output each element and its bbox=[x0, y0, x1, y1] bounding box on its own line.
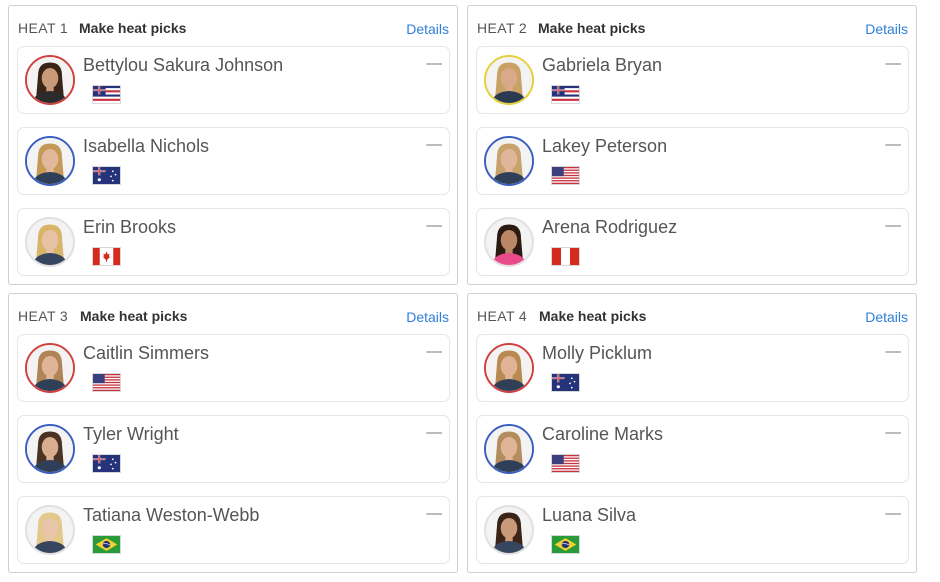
heat-card-2: HEAT 2 Make heat picks Details Gabriela … bbox=[467, 5, 917, 285]
details-link[interactable]: Details bbox=[406, 307, 449, 327]
usa-flag-icon bbox=[551, 166, 580, 185]
surfer-name: Isabella Nichols bbox=[83, 136, 210, 156]
make-heat-picks-label: Make heat picks bbox=[539, 308, 647, 324]
surfer-name: Bettylou Sakura Johnson bbox=[83, 55, 284, 75]
surfer-row[interactable]: Luana Silva –– bbox=[476, 496, 909, 564]
heat-label: HEAT 2 bbox=[477, 20, 528, 36]
surfer-avatar bbox=[25, 505, 75, 555]
heat-header: HEAT 1 Make heat picks Details bbox=[18, 18, 449, 38]
heat-label: HEAT 1 bbox=[18, 20, 69, 36]
surfer-name: Caitlin Simmers bbox=[83, 343, 210, 363]
surfer-score: –– bbox=[885, 343, 901, 360]
surfer-avatar bbox=[484, 136, 534, 186]
surfer-name: Luana Silva bbox=[542, 505, 637, 525]
surfer-score: –– bbox=[426, 505, 442, 522]
hawaii-flag-icon bbox=[551, 85, 580, 104]
usa-flag-icon bbox=[551, 454, 580, 473]
surfer-score: –– bbox=[426, 55, 442, 72]
heat-card-3: HEAT 3 Make heat picks Details Caitlin S… bbox=[8, 293, 458, 573]
surfer-avatar bbox=[25, 55, 75, 105]
surfer-row[interactable]: Molly Picklum –– bbox=[476, 334, 909, 402]
details-link[interactable]: Details bbox=[865, 19, 908, 39]
brazil-flag-icon bbox=[92, 535, 121, 554]
canada-flag-icon bbox=[92, 247, 121, 266]
surfer-avatar bbox=[484, 424, 534, 474]
surfer-row[interactable]: Isabella Nichols –– bbox=[17, 127, 450, 195]
surfer-avatar bbox=[484, 217, 534, 267]
australia-flag-icon bbox=[551, 373, 580, 392]
surfer-score: –– bbox=[885, 505, 901, 522]
surfer-name: Tyler Wright bbox=[83, 424, 179, 444]
details-link[interactable]: Details bbox=[406, 19, 449, 39]
surfer-avatar bbox=[484, 505, 534, 555]
surfer-name: Caroline Marks bbox=[542, 424, 664, 444]
heat-header: HEAT 3 Make heat picks Details bbox=[18, 306, 449, 326]
surfer-score: –– bbox=[885, 424, 901, 441]
surfer-score: –– bbox=[426, 424, 442, 441]
surfer-row[interactable]: Erin Brooks –– bbox=[17, 208, 450, 276]
surfer-row[interactable]: Caitlin Simmers –– bbox=[17, 334, 450, 402]
surfer-avatar bbox=[25, 343, 75, 393]
heat-header: HEAT 4 Make heat picks Details bbox=[477, 306, 908, 326]
surfer-name: Gabriela Bryan bbox=[542, 55, 663, 75]
surfer-row[interactable]: Tatiana Weston-Webb –– bbox=[17, 496, 450, 564]
surfer-avatar bbox=[484, 55, 534, 105]
surfer-name: Lakey Peterson bbox=[542, 136, 668, 156]
surfer-avatar bbox=[25, 217, 75, 267]
surfer-avatar bbox=[25, 136, 75, 186]
surfer-row[interactable]: Caroline Marks –– bbox=[476, 415, 909, 483]
surfer-score: –– bbox=[885, 217, 901, 234]
surfer-row[interactable]: Bettylou Sakura Johnson –– bbox=[17, 46, 450, 114]
surfer-score: –– bbox=[426, 217, 442, 234]
surfer-row[interactable]: Tyler Wright –– bbox=[17, 415, 450, 483]
peru-flag-icon bbox=[551, 247, 580, 266]
surfer-row[interactable]: Arena Rodriguez –– bbox=[476, 208, 909, 276]
surfer-name: Tatiana Weston-Webb bbox=[83, 505, 260, 525]
heat-label: HEAT 4 bbox=[477, 308, 528, 324]
make-heat-picks-label: Make heat picks bbox=[80, 308, 188, 324]
surfer-score: –– bbox=[426, 136, 442, 153]
surfer-avatar bbox=[484, 343, 534, 393]
australia-flag-icon bbox=[92, 166, 121, 185]
surfer-name: Molly Picklum bbox=[542, 343, 653, 363]
surfer-score: –– bbox=[885, 55, 901, 72]
make-heat-picks-label: Make heat picks bbox=[79, 20, 187, 36]
surfer-name: Erin Brooks bbox=[83, 217, 177, 237]
heat-label: HEAT 3 bbox=[18, 308, 69, 324]
make-heat-picks-label: Make heat picks bbox=[538, 20, 646, 36]
usa-flag-icon bbox=[92, 373, 121, 392]
australia-flag-icon bbox=[92, 454, 121, 473]
surfer-score: –– bbox=[426, 343, 442, 360]
surfer-row[interactable]: Lakey Peterson –– bbox=[476, 127, 909, 195]
heat-card-1: HEAT 1 Make heat picks Details Bettylou … bbox=[8, 5, 458, 285]
heat-card-4: HEAT 4 Make heat picks Details Molly Pic… bbox=[467, 293, 917, 573]
hawaii-flag-icon bbox=[92, 85, 121, 104]
surfer-name: Arena Rodriguez bbox=[542, 217, 678, 237]
heat-header: HEAT 2 Make heat picks Details bbox=[477, 18, 908, 38]
surfer-avatar bbox=[25, 424, 75, 474]
brazil-flag-icon bbox=[551, 535, 580, 554]
details-link[interactable]: Details bbox=[865, 307, 908, 327]
surfer-row[interactable]: Gabriela Bryan –– bbox=[476, 46, 909, 114]
surfer-score: –– bbox=[885, 136, 901, 153]
